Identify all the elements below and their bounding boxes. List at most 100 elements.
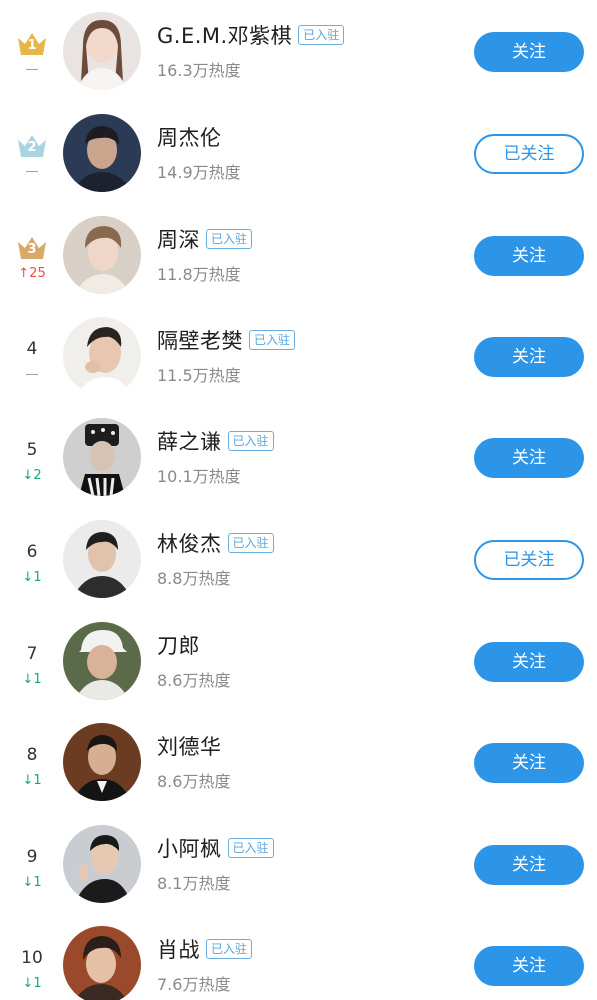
avatar[interactable] [63,418,141,496]
rank-column: 10 ↓1 [12,926,52,998]
rank-number: 9 [26,847,38,867]
followed-button[interactable]: 已关注 [474,540,584,580]
avatar[interactable] [63,12,141,90]
rank-column: 7 ↓1 [12,622,52,694]
artist-name[interactable]: 薛之谦 [157,426,222,456]
bronze-crown-icon: 3 [16,234,48,260]
verified-badge: 已入驻 [249,330,296,350]
name-line: 刀郎 [157,630,200,660]
rank-change: ↓1 [12,570,52,585]
artist-name[interactable]: 周杰伦 [157,122,222,152]
artist-name[interactable]: 刘德华 [157,731,222,761]
name-line: G.E.M.邓紫棋 已入驻 [157,20,345,50]
artist-name[interactable]: 隔壁老樊 [157,325,243,355]
follow-button[interactable]: 关注 [474,642,584,682]
arrow-down-icon: ↓ [22,468,34,483]
rank-number: 2 [27,140,37,155]
avatar[interactable] [63,622,141,700]
artist-name[interactable]: 周深 [157,224,200,254]
artist-name[interactable]: 肖战 [157,934,200,964]
rank-change: ↓1 [12,773,52,788]
artist-name[interactable]: 林俊杰 [157,528,222,558]
rank-change-value: — [25,367,39,382]
follow-button[interactable]: 关注 [474,845,584,885]
rank-column: 5 ↓2 [12,418,52,490]
name-line: 隔壁老樊 已入驻 [157,325,296,355]
verified-badge: 已入驻 [227,533,274,553]
avatar[interactable] [63,825,141,903]
rank-change-value: — [25,164,39,179]
name-line: 薛之谦 已入驻 [157,426,274,456]
rank-number: 8 [26,745,38,765]
rank-number: 10 [21,948,43,968]
heat-value: 8.1万热度 [157,874,231,893]
ranking-row[interactable]: 4 — 隔壁老樊 已入驻 11.5万热度 关注 [0,305,597,406]
follow-button[interactable]: 关注 [474,32,584,72]
follow-button[interactable]: 关注 [474,743,584,783]
rank-column: 2 — [12,114,52,186]
verified-badge: 已入驻 [227,838,274,858]
rank-column: 6 ↓1 [12,520,52,592]
verified-badge: 已入驻 [206,939,253,959]
avatar[interactable] [63,520,141,598]
avatar[interactable] [63,216,141,294]
avatar[interactable] [63,723,141,801]
artist-name[interactable]: 小阿枫 [157,833,222,863]
rank-change: ↓1 [12,875,52,890]
name-line: 刘德华 [157,731,222,761]
avatar[interactable] [63,926,141,1000]
verified-badge: 已入驻 [206,229,253,249]
ranking-row[interactable]: 5 ↓2 薛之谦 已入驻 10.1万热度 关注 [0,406,597,507]
heat-value: 11.5万热度 [157,366,241,385]
verified-badge: 已入驻 [298,25,345,45]
heat-value: 11.8万热度 [157,265,241,284]
ranking-row[interactable]: 3 ↑25 周深 已入驻 11.8万热度 关注 [0,204,597,305]
arrow-down-icon: ↓ [22,976,34,991]
arrow-up-icon: ↑ [18,266,30,281]
rank-change: — [12,367,52,382]
artist-ranking-list: 1 — G.E.M.邓紫棋 已入驻 16.3万热度 关注 2 — 周杰伦 14.… [0,0,597,1000]
rank-change-value: — [25,62,39,77]
avatar[interactable] [63,317,141,395]
name-line: 小阿枫 已入驻 [157,833,274,863]
ranking-row[interactable]: 6 ↓1 林俊杰 已入驻 8.8万热度 已关注 [0,508,597,609]
name-line: 肖战 已入驻 [157,934,253,964]
rank-change: ↑25 [12,266,52,281]
arrow-down-icon: ↓ [22,773,34,788]
ranking-row[interactable]: 9 ↓1 小阿枫 已入驻 8.1万热度 关注 [0,813,597,914]
follow-button[interactable]: 关注 [474,438,584,478]
rank-change: — [12,62,52,77]
avatar[interactable] [63,114,141,192]
rank-change: ↓2 [12,468,52,483]
rank-change-value: 1 [33,976,42,991]
name-line: 周杰伦 [157,122,222,152]
ranking-row[interactable]: 7 ↓1 刀郎 8.6万热度 关注 [0,610,597,711]
ranking-row[interactable]: 8 ↓1 刘德华 8.6万热度 关注 [0,711,597,812]
followed-button[interactable]: 已关注 [474,134,584,174]
heat-value: 8.6万热度 [157,772,231,791]
heat-value: 16.3万热度 [157,61,241,80]
arrow-down-icon: ↓ [22,672,34,687]
rank-change: ↓1 [12,976,52,991]
rank-change: ↓1 [12,672,52,687]
verified-badge: 已入驻 [227,431,274,451]
artist-name[interactable]: 刀郎 [157,630,200,660]
heat-value: 8.6万热度 [157,671,231,690]
rank-change-value: 1 [33,570,42,585]
name-line: 林俊杰 已入驻 [157,528,274,558]
gold-crown-icon: 1 [16,30,48,56]
follow-button[interactable]: 关注 [474,337,584,377]
ranking-row[interactable]: 10 ↓1 肖战 已入驻 7.6万热度 关注 [0,914,597,1000]
heat-value: 7.6万热度 [157,975,231,994]
rank-column: 1 — [12,12,52,84]
ranking-row[interactable]: 1 — G.E.M.邓紫棋 已入驻 16.3万热度 关注 [0,0,597,101]
artist-name[interactable]: G.E.M.邓紫棋 [157,20,292,50]
rank-change-value: 1 [33,672,42,687]
rank-column: 3 ↑25 [12,216,52,288]
rank-change-value: 1 [33,875,42,890]
rank-number: 4 [26,339,38,359]
follow-button[interactable]: 关注 [474,236,584,276]
follow-button[interactable]: 关注 [474,946,584,986]
ranking-row[interactable]: 2 — 周杰伦 14.9万热度 已关注 [0,102,597,203]
rank-column: 9 ↓1 [12,825,52,897]
